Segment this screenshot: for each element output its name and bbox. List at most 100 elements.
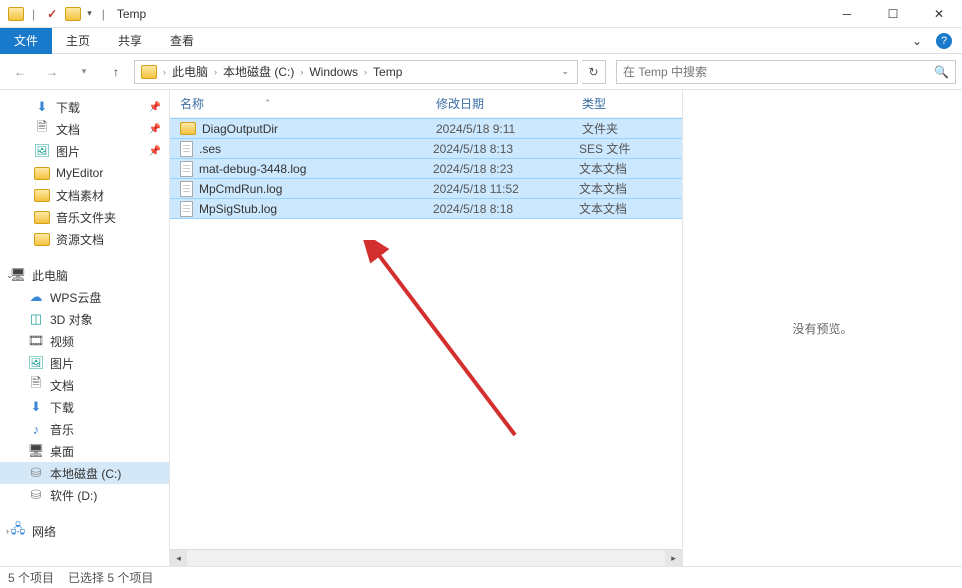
sidebar-item[interactable]: 🖥桌面 (0, 440, 169, 462)
title-bar: | ✓ ▾ | Temp ─ ☐ ✕ (0, 0, 962, 28)
3d-icon: ◫ (28, 311, 44, 327)
chevron-right-icon[interactable]: › (298, 67, 305, 77)
sidebar-item[interactable]: 资源文档 (0, 228, 169, 250)
tab-file[interactable]: 文件 (0, 28, 52, 54)
disk-icon: ⛁ (28, 487, 44, 503)
crumb-drive-c[interactable]: 本地磁盘 (C:) (219, 61, 298, 83)
sidebar-item[interactable]: ⬇下载📌 (0, 96, 169, 118)
refresh-button[interactable]: ↻ (582, 60, 606, 84)
address-dropdown-icon[interactable]: ⌄ (555, 66, 575, 77)
column-date[interactable]: 修改日期 (436, 95, 582, 112)
ribbon-tabs: 文件 主页 共享 查看 ⌄ ? (0, 28, 962, 54)
qat-dropdown-icon[interactable]: ▾ (85, 8, 94, 19)
network-icon: 🖧 (10, 523, 26, 539)
file-type: 文件夹 (582, 120, 682, 137)
file-type: SES 文件 (579, 140, 679, 157)
qat-folder-icon[interactable] (65, 7, 81, 21)
breadcrumb[interactable]: › 此电脑 › 本地磁盘 (C:) › Windows › Temp ⌄ (134, 60, 578, 84)
dl-icon: ⬇ (28, 399, 44, 415)
sidebar-item[interactable]: ☁WPS云盘 (0, 286, 169, 308)
close-button[interactable]: ✕ (916, 0, 962, 28)
qat-check-icon[interactable]: ✓ (47, 7, 57, 21)
file-date: 2024/5/18 8:18 (433, 202, 579, 216)
back-button[interactable]: ← (6, 58, 34, 86)
minimize-button[interactable]: ─ (824, 0, 870, 28)
window-title: Temp (109, 7, 146, 21)
file-icon (180, 181, 193, 197)
ribbon-collapse-icon[interactable]: ⌄ (904, 34, 930, 48)
status-selected-count: 已选择 5 个项目 (68, 569, 153, 586)
file-row[interactable]: mat-debug-3448.log2024/5/18 8:23文本文档 (170, 158, 682, 179)
nav-network-header[interactable]: › 🖧 网络 (0, 520, 169, 542)
file-name: .ses (199, 142, 433, 156)
scroll-left-icon[interactable]: ◂ (170, 550, 187, 567)
sidebar-item[interactable]: 🗎 文档 (0, 374, 169, 396)
expand-icon[interactable]: › (6, 526, 9, 536)
fold-icon (34, 167, 50, 180)
sidebar-item[interactable]: 🖼图片📌 (0, 140, 169, 162)
file-row[interactable]: MpCmdRun.log2024/5/18 11:52文本文档 (170, 178, 682, 199)
maximize-button[interactable]: ☐ (870, 0, 916, 28)
search-box[interactable]: 🔍 (616, 60, 956, 84)
recent-dropdown-icon[interactable]: ▾ (70, 58, 98, 86)
preview-empty-text: 没有预览。 (792, 320, 852, 337)
sidebar-item[interactable]: 文档素材 (0, 184, 169, 206)
sidebar-item[interactable]: ⛁ 本地磁盘 (C:) (0, 462, 169, 484)
chevron-right-icon[interactable]: › (212, 67, 219, 77)
tab-home[interactable]: 主页 (52, 28, 104, 54)
forward-button[interactable]: → (38, 58, 66, 86)
sidebar-item[interactable]: MyEditor (0, 162, 169, 184)
scroll-right-icon[interactable]: ▸ (665, 550, 682, 567)
file-name: mat-debug-3448.log (199, 162, 433, 176)
search-icon[interactable]: 🔍 (934, 65, 949, 79)
chevron-right-icon[interactable]: › (362, 67, 369, 77)
status-bar: 5 个项目 已选择 5 个项目 (0, 566, 962, 588)
expand-icon[interactable]: ⌄ (6, 270, 14, 281)
sidebar-item-label: 文档 (50, 377, 74, 394)
doc-icon: 🗎 (28, 377, 44, 393)
crumb-windows[interactable]: Windows (305, 61, 362, 83)
file-list[interactable]: DiagOutputDir2024/5/18 9:11文件夹.ses2024/5… (170, 118, 682, 549)
pin-icon: 📌 (149, 146, 161, 157)
dl-icon: ⬇ (34, 99, 50, 115)
sidebar-item[interactable]: 🗎文档📌 (0, 118, 169, 140)
tab-view[interactable]: 查看 (156, 28, 208, 54)
navigation-pane[interactable]: ⬇下载📌🗎文档📌🖼图片📌MyEditor文档素材音乐文件夹资源文档 ⌄ 🖥 此电… (0, 90, 170, 566)
sidebar-item-label: 本地磁盘 (C:) (50, 465, 121, 482)
search-input[interactable] (623, 65, 934, 79)
help-icon[interactable]: ? (936, 33, 952, 49)
column-headers: 名称 ⌃ 修改日期 类型 (170, 90, 682, 118)
file-name: MpSigStub.log (199, 202, 433, 216)
pic-icon: 🖼 (34, 143, 50, 159)
pin-icon: 📌 (149, 124, 161, 135)
column-type[interactable]: 类型 (582, 95, 682, 112)
file-row[interactable]: .ses2024/5/18 8:13SES 文件 (170, 138, 682, 159)
sidebar-item[interactable]: 音乐文件夹 (0, 206, 169, 228)
sidebar-item-label: 文档素材 (56, 187, 104, 204)
sidebar-item[interactable]: 🎞视频 (0, 330, 169, 352)
sidebar-item[interactable]: ⬇下载 (0, 396, 169, 418)
sidebar-item-label: 图片 (50, 355, 74, 372)
file-icon (180, 161, 193, 177)
nav-thispc-header[interactable]: ⌄ 🖥 此电脑 (0, 264, 169, 286)
sidebar-item[interactable]: ⛁软件 (D:) (0, 484, 169, 506)
nav-label: 网络 (32, 523, 56, 540)
tab-share[interactable]: 共享 (104, 28, 156, 54)
crumb-thispc[interactable]: 此电脑 (168, 61, 212, 83)
file-row[interactable]: MpSigStub.log2024/5/18 8:18文本文档 (170, 198, 682, 219)
disk-icon: ⛁ (28, 465, 44, 481)
horizontal-scrollbar[interactable]: ◂ ▸ (170, 549, 682, 566)
app-folder-icon (8, 7, 24, 21)
sidebar-item[interactable]: ♪音乐 (0, 418, 169, 440)
sidebar-item-label: 视频 (50, 333, 74, 350)
chevron-right-icon[interactable]: › (161, 67, 168, 77)
file-row[interactable]: DiagOutputDir2024/5/18 9:11文件夹 (170, 118, 682, 139)
column-name[interactable]: 名称 ⌃ (180, 95, 436, 112)
nav-label: 此电脑 (32, 267, 68, 284)
sidebar-item-label: 3D 对象 (50, 311, 93, 328)
sidebar-item[interactable]: 🖼图片 (0, 352, 169, 374)
up-button[interactable]: ↑ (102, 58, 130, 86)
crumb-temp[interactable]: Temp (369, 61, 406, 83)
sidebar-item-label: 资源文档 (56, 231, 104, 248)
sidebar-item[interactable]: ◫ 3D 对象 (0, 308, 169, 330)
